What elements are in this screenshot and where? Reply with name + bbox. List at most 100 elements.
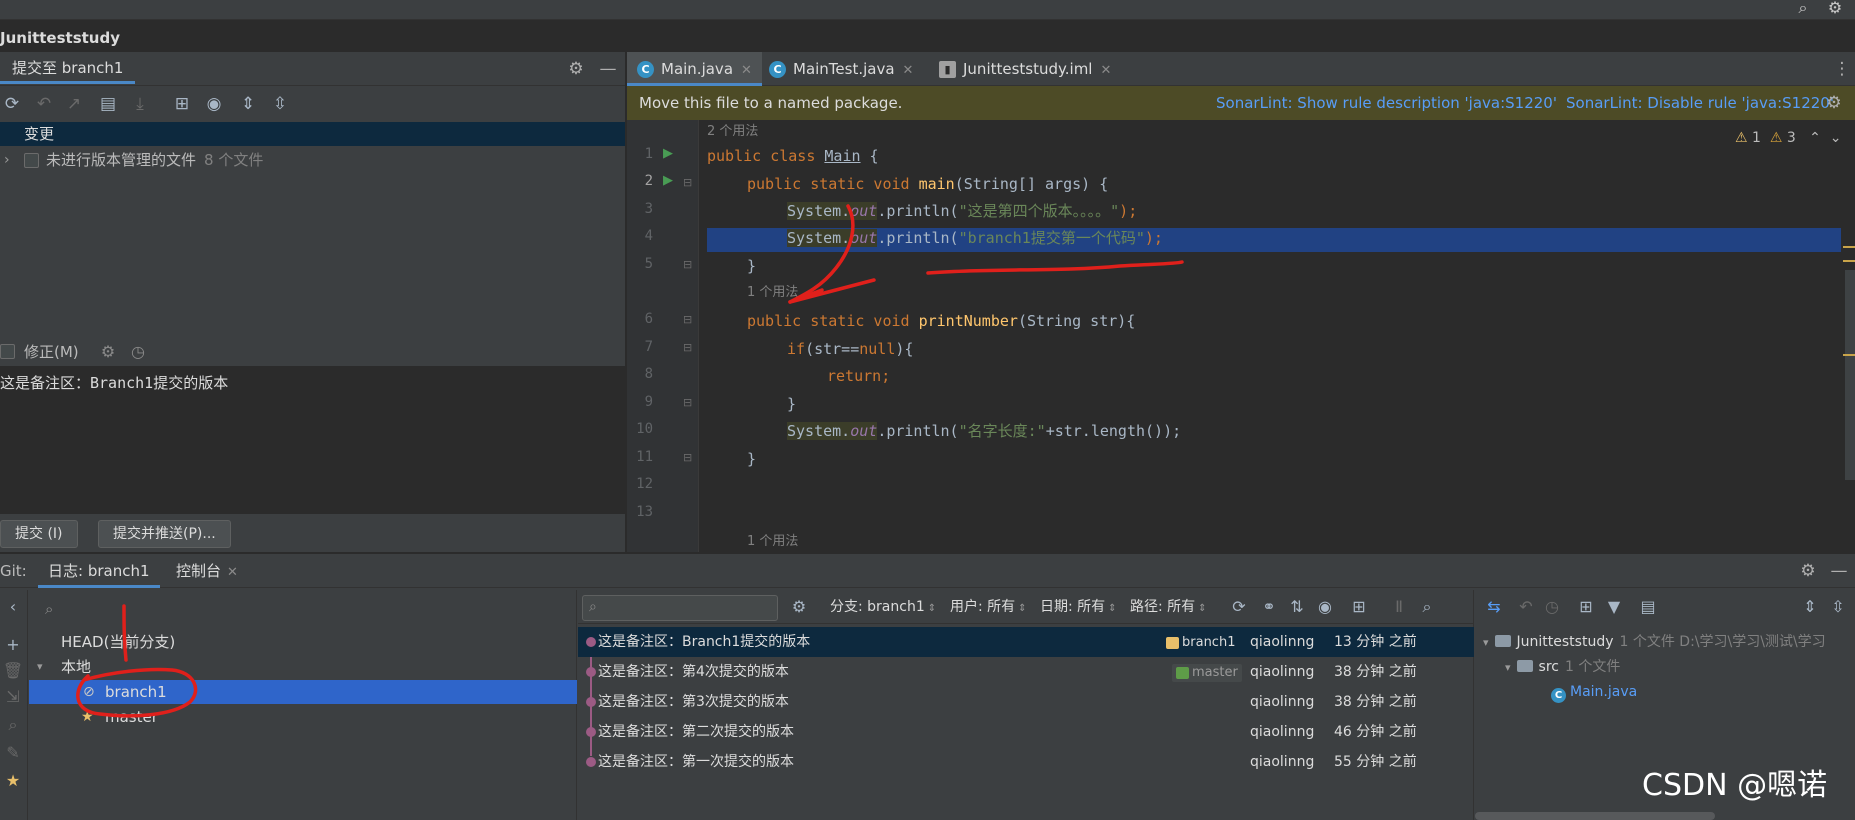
commit-tab[interactable]: 提交至 branch1: [0, 52, 136, 84]
gear-icon[interactable]: ⚙: [565, 58, 587, 80]
branch-item-master[interactable]: ★ master: [29, 705, 577, 729]
commit-row[interactable]: 这是备注区：第4次提交的版本 master qiaolinng 38 分钟 之前: [578, 657, 1474, 687]
minimize-icon[interactable]: —: [597, 58, 619, 80]
commit-message-input[interactable]: 这是备注区：Branch1提交的版本: [0, 366, 625, 514]
amend-checkbox[interactable]: [0, 344, 15, 359]
search-everywhere-icon[interactable]: ⌕: [1793, 0, 1813, 20]
expand-all-icon[interactable]: ⇕: [1799, 596, 1821, 618]
history-clock-icon[interactable]: ◷: [1541, 596, 1563, 618]
more-vertical-icon[interactable]: ⋮: [1831, 58, 1853, 80]
commit-row[interactable]: 这是备注区：第二次提交的版本 qiaolinng 46 分钟 之前: [578, 717, 1474, 747]
warning-marker[interactable]: [1843, 354, 1855, 356]
eye-icon[interactable]: ◉: [202, 92, 226, 116]
code-area[interactable]: 1 2 3 4 5 6 7 8 9 10 11 12 13 ▶ ▶ ⊟ ⊟ ⊟ …: [627, 120, 1855, 552]
filter-user[interactable]: 用户: 所有 ⇕: [950, 590, 1027, 624]
tab-log-branch1[interactable]: 日志: branch1: [38, 554, 160, 588]
commit-row[interactable]: 这是备注区：Branch1提交的版本 branch1 qiaolinng 13 …: [578, 627, 1474, 657]
settings-gear-icon[interactable]: ⚙: [1825, 0, 1845, 20]
warning-marker[interactable]: [1843, 260, 1855, 262]
chevron-left-icon[interactable]: ‹: [2, 596, 24, 618]
gear-icon[interactable]: ⚙: [1797, 560, 1819, 582]
tree-item-project[interactable]: ▾ Junitteststudy 1 个文件 D:\学习\学习\测试\学习: [1483, 630, 1826, 654]
chevron-right-icon[interactable]: ›: [4, 148, 10, 172]
tab-junitteststudy-iml[interactable]: ▮ Junitteststudy.iml ✕: [929, 52, 1121, 86]
fold-icon[interactable]: ⊟: [683, 258, 692, 271]
amend-label[interactable]: 修正(M): [24, 340, 79, 364]
delete-icon[interactable]: 🗑: [2, 660, 24, 682]
merge-icon[interactable]: ⇲: [2, 686, 24, 708]
fold-icon[interactable]: ⊟: [683, 176, 692, 189]
fold-icon[interactable]: ⊟: [683, 341, 692, 354]
close-icon[interactable]: ✕: [1100, 63, 1111, 78]
warning-marker[interactable]: [1843, 246, 1855, 248]
usage-hint[interactable]: 2 个用法: [707, 122, 758, 142]
compare-icon[interactable]: ⇆: [1483, 596, 1505, 618]
collapse-all-icon[interactable]: ⇳: [268, 92, 292, 116]
gear-icon[interactable]: ⚙: [1823, 92, 1845, 114]
fold-icon[interactable]: ⊟: [683, 451, 692, 464]
new-tab-icon[interactable]: ⊞: [1348, 596, 1370, 618]
run-icon[interactable]: ▶: [663, 146, 673, 161]
branch-search-input[interactable]: [65, 598, 465, 622]
tab-console[interactable]: 控制台 ✕: [166, 554, 248, 588]
edit-icon[interactable]: ✎: [2, 742, 24, 764]
refresh-icon[interactable]: ⟳: [1228, 596, 1250, 618]
chevron-down-icon[interactable]: ▾: [1483, 636, 1489, 649]
changes-header[interactable]: 变更: [0, 122, 625, 146]
branch-group-local[interactable]: ▾ 本地: [29, 655, 577, 679]
run-icon[interactable]: ▶: [663, 173, 673, 188]
group-by-icon[interactable]: ⊞: [1575, 596, 1597, 618]
cherry-pick-icon[interactable]: ⚭: [1258, 596, 1280, 618]
tab-main-java[interactable]: C Main.java ✕: [627, 52, 762, 86]
group-by-icon[interactable]: ⊞: [170, 92, 194, 116]
filter-icon[interactable]: ▼: [1603, 596, 1625, 618]
commit-row[interactable]: 这是备注区：第3次提交的版本 qiaolinng 38 分钟 之前: [578, 687, 1474, 717]
search-icon[interactable]: ⌕: [1416, 596, 1438, 618]
usage-hint[interactable]: 1 个用法: [747, 532, 798, 552]
chevron-down-icon[interactable]: ▾: [37, 655, 43, 679]
rollback-icon[interactable]: ↶: [32, 92, 56, 116]
eye-icon[interactable]: ◉: [1314, 596, 1336, 618]
gear-icon[interactable]: ⚙: [98, 342, 118, 362]
refresh-icon[interactable]: ⟳: [0, 92, 24, 116]
editor-scrollbar[interactable]: [1845, 270, 1855, 480]
filter-branch[interactable]: 分支: branch1 ⇕: [830, 590, 936, 624]
history-clock-icon[interactable]: ◷: [128, 342, 148, 362]
sonarlint-show-rule-link[interactable]: SonarLint: Show rule description 'java:S…: [1216, 86, 1557, 120]
expand-all-icon[interactable]: ⇕: [236, 92, 260, 116]
sonarlint-disable-rule-link[interactable]: SonarLint: Disable rule 'java:S1220': [1566, 86, 1834, 120]
update-icon[interactable]: ↗: [62, 92, 86, 116]
add-icon[interactable]: +: [2, 634, 24, 656]
tree-item-src[interactable]: ▾ src 1 个文件: [1505, 655, 1620, 679]
layout-icon[interactable]: ▤: [1637, 596, 1659, 618]
branch-head-item[interactable]: HEAD(当前分支): [29, 630, 577, 654]
log-search-input[interactable]: [609, 598, 769, 618]
revert-icon[interactable]: ↶: [1515, 596, 1537, 618]
favorite-star-icon[interactable]: ★: [2, 770, 24, 792]
fold-icon[interactable]: ⊟: [683, 313, 692, 326]
commit-row[interactable]: 这是备注区：第一次提交的版本 qiaolinng 55 分钟 之前: [578, 747, 1474, 777]
minimize-icon[interactable]: —: [1828, 560, 1850, 582]
collapse-all-icon[interactable]: ⇳: [1827, 596, 1849, 618]
filter-date[interactable]: 日期: 所有 ⇕: [1040, 590, 1117, 624]
horizontal-scrollbar[interactable]: [1475, 812, 1715, 820]
diff-icon[interactable]: ▤: [96, 92, 120, 116]
chevron-up-icon[interactable]: ⌃: [1809, 130, 1821, 146]
inspection-widget[interactable]: ⚠ 1 ⚠ 3 ⌃ ⌄: [1735, 128, 1842, 148]
close-icon[interactable]: ✕: [227, 565, 238, 580]
chevron-down-icon[interactable]: ▾: [1505, 661, 1511, 674]
shelve-icon[interactable]: ⤓: [128, 92, 152, 116]
tree-item-main-java[interactable]: C Main.java: [1551, 680, 1637, 704]
search-icon[interactable]: ⌕: [2, 714, 24, 736]
usage-hint[interactable]: 1 个用法: [747, 283, 798, 303]
fold-icon[interactable]: ⊟: [683, 396, 692, 409]
gear-icon[interactable]: ⚙: [788, 596, 810, 618]
filter-path[interactable]: 路径: 所有 ⇕: [1130, 590, 1207, 624]
branch-item-branch1[interactable]: ⊘ branch1: [29, 680, 577, 704]
commit-and-push-button[interactable]: 提交并推送(P)...: [98, 520, 231, 548]
tab-maintest-java[interactable]: C MainTest.java ✕: [759, 52, 923, 86]
commit-button[interactable]: 提交 (I): [0, 520, 78, 548]
unversioned-checkbox[interactable]: [24, 153, 39, 168]
sort-icon[interactable]: ⇅: [1286, 596, 1308, 618]
pause-icon[interactable]: Ⅱ: [1388, 596, 1410, 618]
